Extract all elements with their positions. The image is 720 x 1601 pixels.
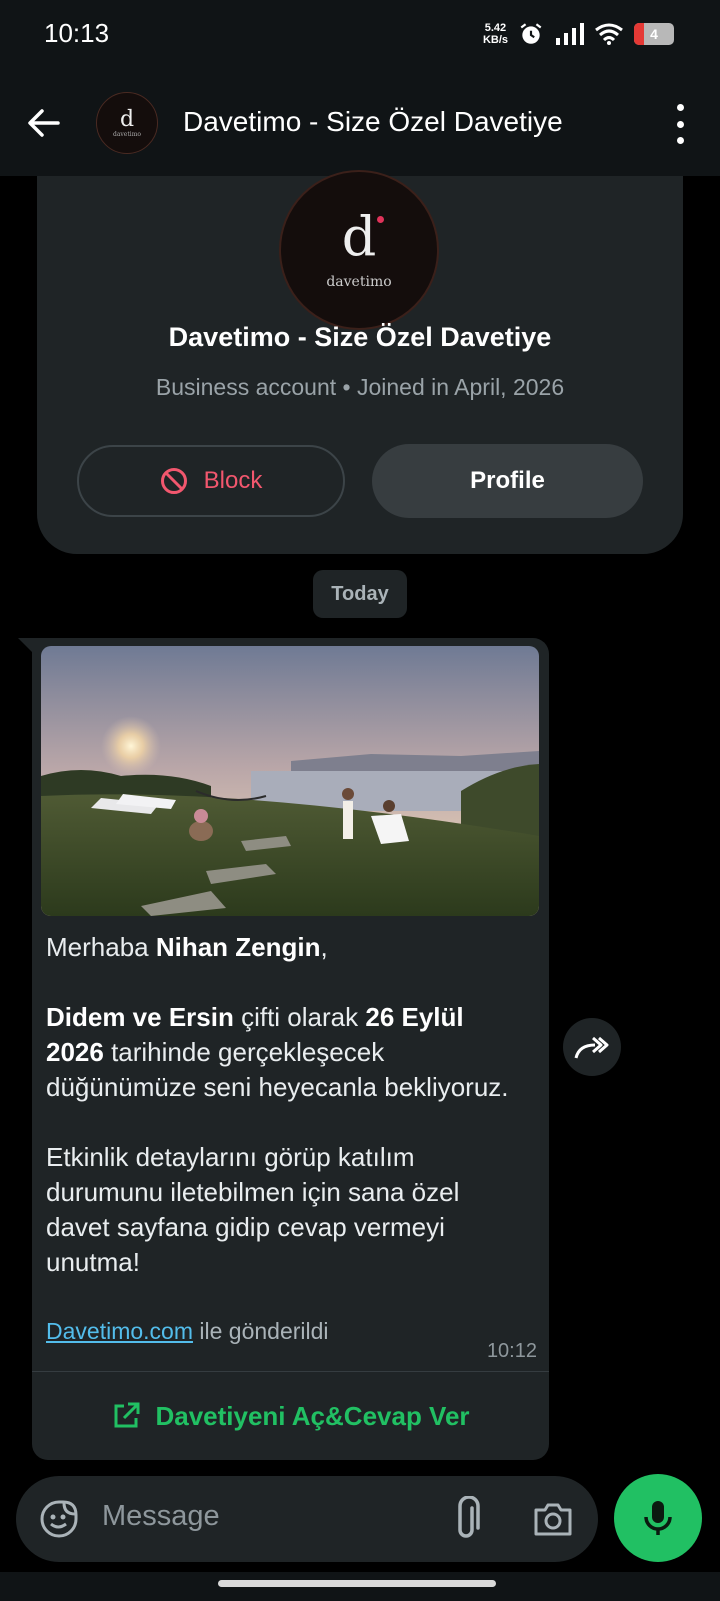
business-profile-card: d davetimo Davetimo - Size Özel Davetiye… (37, 170, 683, 554)
block-button[interactable]: Block (77, 445, 345, 517)
open-invitation-button[interactable]: Davetiyeni Aç&Cevap Ver (32, 1372, 549, 1460)
alarm-icon (520, 23, 542, 44)
status-bar: 10:13 5.42 KB/s 4 (0, 0, 720, 70)
message-paragraph-2: Didem ve Ersin çifti olarak 26 Eylül 202… (46, 1002, 509, 1102)
net-speed-unit: KB/s (482, 34, 508, 46)
message-time: 10:12 (486, 1340, 537, 1362)
business-name: Davetimo - Size Özel Davetiye (168, 322, 552, 352)
business-avatar: d davetimo (279, 170, 439, 330)
davetimo-link[interactable]: Davetimo.com (46, 1318, 193, 1344)
system-nav-bar (0, 1572, 720, 1601)
camera-icon[interactable] (532, 1498, 574, 1540)
status-icons: 5.42 KB/s 4 (483, 16, 674, 52)
paperclip-icon[interactable] (448, 1496, 484, 1542)
microphone-icon (644, 1501, 672, 1535)
couple-names: Didem ve Ersin (46, 1002, 234, 1032)
status-time: 10:13 (44, 18, 110, 48)
message-image[interactable] (41, 646, 539, 916)
business-avatar-letter: d (341, 205, 377, 268)
battery-level: 4 (650, 26, 658, 42)
profile-button[interactable]: Profile (372, 444, 643, 518)
signal-icon (556, 23, 584, 45)
net-speed-value: 5.42 (484, 22, 507, 34)
forward-icon (574, 1036, 609, 1059)
home-gesture-handle[interactable] (218, 1580, 496, 1587)
open-invitation-label: Davetiyeni Aç&Cevap Ver (155, 1400, 470, 1431)
message-bubble[interactable]: Merhaba Nihan Zengin, Didem ve Ersin çif… (32, 638, 549, 1460)
block-icon (160, 468, 187, 494)
footer-sent-text: ile gönderildi (192, 1318, 329, 1344)
message-composer[interactable]: Message (16, 1476, 598, 1562)
avatar[interactable]: d davetimo (96, 92, 158, 154)
chat-title[interactable]: Davetimo - Size Özel Davetiye (183, 106, 563, 138)
wifi-icon (595, 23, 623, 45)
business-avatar-wordmark: davetimo (326, 274, 392, 290)
avatar-wordmark: davetimo (113, 130, 141, 138)
message-paragraph-3: Etkinlik detaylarını görüp katılım durum… (46, 1142, 460, 1277)
battery-icon: 4 (634, 23, 674, 45)
message-footer: Davetimo.com ile gönderildi (46, 1318, 329, 1345)
date-chip: Today (313, 570, 407, 618)
avatar-letter: d (119, 106, 135, 132)
forward-button[interactable] (563, 1018, 621, 1076)
recipient-name: Nihan Zengin (155, 932, 321, 962)
chat-header: d davetimo Davetimo - Size Özel Davetiye (0, 70, 720, 176)
business-subtitle: Business account • Joined in April, 2026 (155, 374, 565, 400)
sticker-emoji-icon[interactable] (38, 1498, 80, 1540)
microphone-button[interactable] (614, 1474, 702, 1562)
external-link-icon (114, 1402, 140, 1428)
message-greeting: Merhaba Nihan Zengin, (46, 932, 328, 962)
message-text: Merhaba Nihan Zengin, Didem ve Ersin çif… (46, 930, 526, 1315)
message-input[interactable]: Message (102, 1500, 220, 1533)
back-arrow-icon[interactable] (22, 101, 66, 145)
more-options-icon[interactable] (670, 104, 690, 144)
block-label: Block (203, 467, 263, 494)
net-speed: 5.42 KB/s (483, 22, 508, 46)
